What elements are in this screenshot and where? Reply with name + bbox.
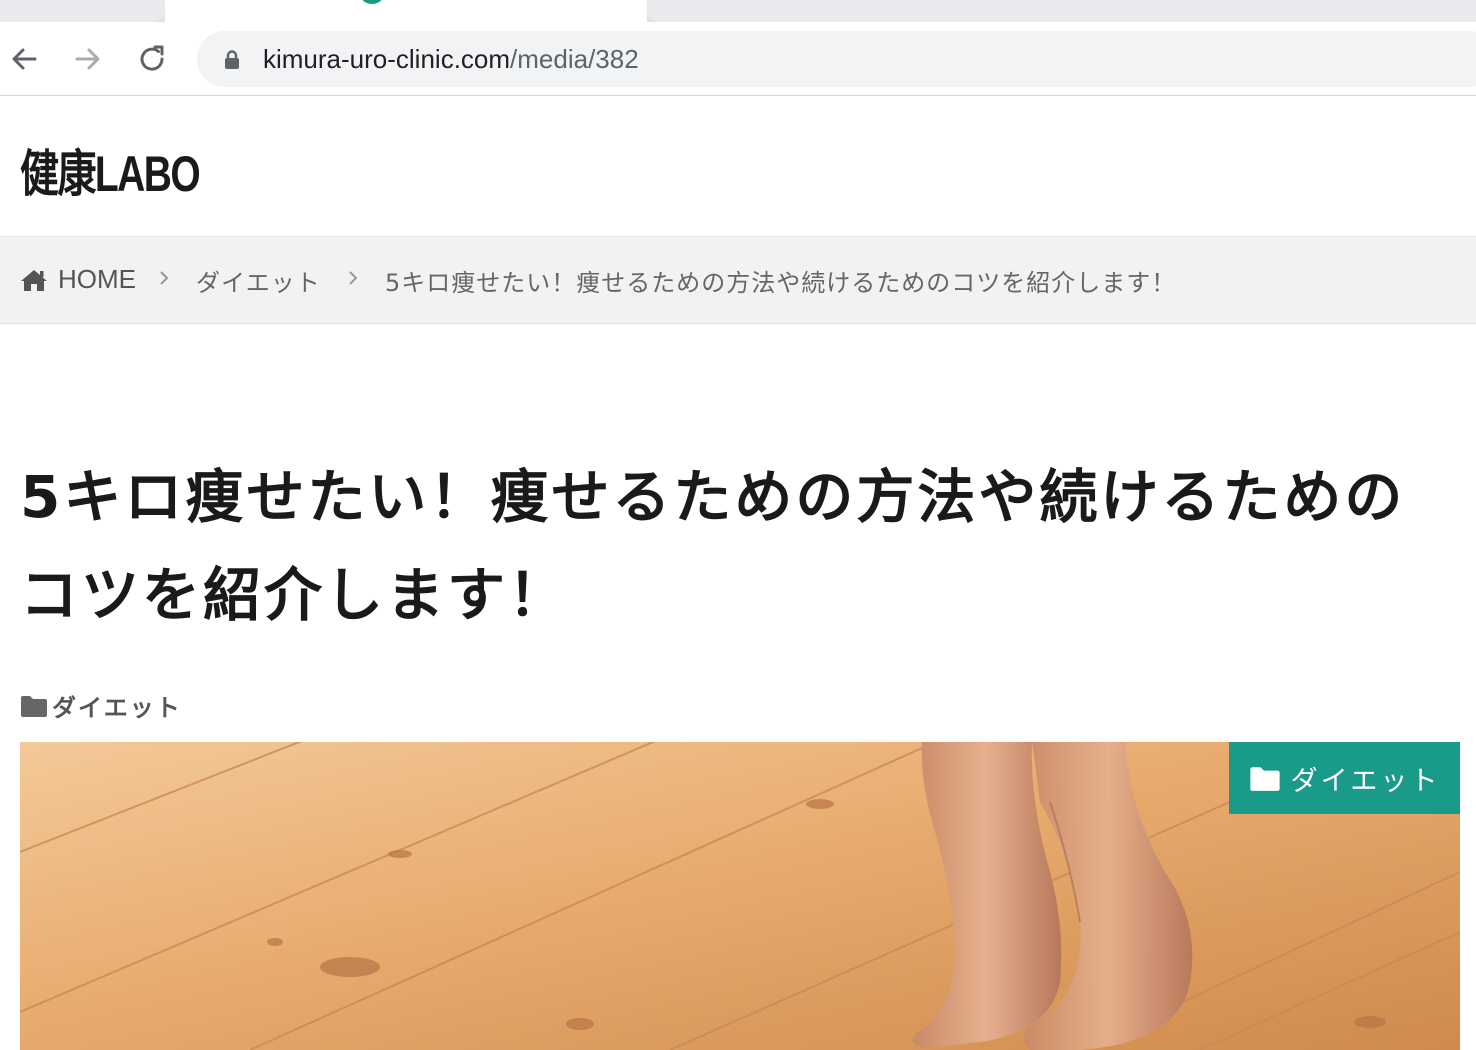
browser-tab-previous[interactable] [0,0,165,22]
browser-tab-active[interactable] [165,0,647,22]
arrow-left-icon [12,48,37,70]
post-category[interactable]: ダイエット [20,688,182,723]
folder-icon [21,695,47,717]
chevron-right-icon [160,271,169,285]
url-text: kimura-uro-clinic.com/media/382 [263,44,639,75]
url-domain: kimura-uro-clinic.com [263,44,511,74]
browser-toolbar: kimura-uro-clinic.com/media/382 [0,22,1476,96]
favicon-icon [361,0,383,4]
lock-icon [225,50,239,69]
breadcrumb-current: 5キロ痩せたい！痩せるための方法や続けるためのコツを紹介します！ [385,269,1177,297]
post-title: 5キロ痩せたい！痩せるための方法や続けるためのコツを紹介します！ [20,463,1406,629]
home-icon [21,269,47,291]
breadcrumb-category-link[interactable]: ダイエット [196,263,321,298]
back-button[interactable] [7,42,41,76]
reload-button[interactable] [135,42,169,76]
url-path: /media/382 [510,44,639,74]
hero-category-label: ダイエット [1290,765,1441,797]
breadcrumb-home-label: HOME [58,264,136,294]
post-category-label: ダイエット [52,694,182,722]
folder-icon [1250,766,1280,791]
breadcrumb: HOME ダイエット 5キロ痩せたい！痩せるための方法や続けるためのコツを紹介し… [0,236,1476,324]
chevron-right-icon [349,271,358,285]
breadcrumb-home-link[interactable]: HOME [20,264,136,295]
site-title[interactable]: 健康LABO [20,134,201,206]
forward-button[interactable] [71,42,105,76]
reload-icon [140,45,164,71]
browser-tab-strip [0,0,1476,22]
address-bar[interactable]: kimura-uro-clinic.com/media/382 [197,31,1476,87]
arrow-right-icon [75,48,100,70]
hero-image: ダイエット [20,742,1460,1050]
browser-tab-next[interactable] [647,0,1476,22]
hero-category-badge[interactable]: ダイエット [1229,742,1460,814]
